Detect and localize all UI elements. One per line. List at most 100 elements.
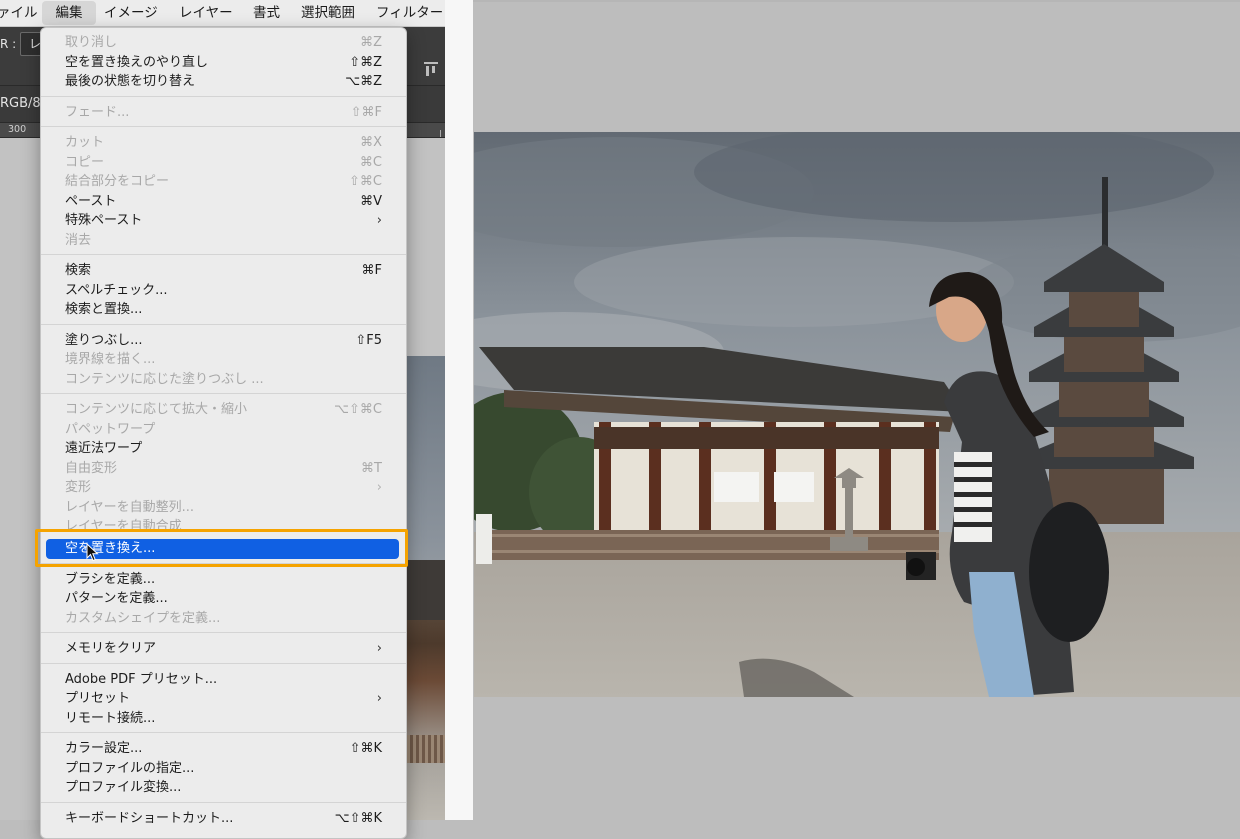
menu-item-label: 検索 — [65, 263, 92, 278]
menu-item[interactable]: 変形 › — [65, 478, 382, 497]
menu-item[interactable]: フェード... ⇧⌘F — [65, 103, 382, 122]
menu-separator — [41, 393, 406, 394]
menu-item[interactable]: 取り消し ⌘Z — [65, 33, 382, 52]
menu-item-label: 結合部分をコピー — [65, 174, 170, 189]
menu-item-label: カット — [65, 135, 105, 150]
menu-item-shortcut: ⌘F — [361, 263, 382, 278]
menu-item[interactable]: ブラシを定義... — [65, 570, 382, 589]
menu-item[interactable]: スペルチェック... — [65, 281, 382, 300]
menu-item-label: 消去 — [65, 232, 92, 248]
menu-item[interactable]: プロファイル変換... — [65, 778, 382, 797]
ruler-tick — [440, 130, 441, 137]
menubar-item[interactable]: 選択範囲 — [301, 0, 355, 26]
menu-item[interactable]: ペースト ⌘V — [65, 192, 382, 211]
menu-item-label: カスタムシェイプを定義... — [65, 610, 221, 626]
menu-item-label: レイヤーを自動整列... — [65, 499, 195, 515]
canvas-preview-fence — [404, 735, 445, 763]
chevron-right-icon: › — [376, 480, 382, 495]
chevron-right-icon: › — [376, 213, 382, 228]
chevron-right-icon: › — [376, 691, 382, 706]
align-top-icon[interactable] — [424, 62, 438, 76]
menu-item[interactable]: 特殊ペースト › — [65, 211, 382, 230]
document-tab-label: RGB/8 — [0, 96, 41, 111]
menu-item[interactable]: パペットワープ — [65, 420, 382, 439]
menu-item[interactable]: 検索 ⌘F — [65, 261, 382, 280]
menu-separator — [41, 95, 406, 97]
menu-item[interactable]: 検索と置換... — [65, 300, 382, 319]
canvas-preview-roof — [404, 560, 445, 620]
menu-item[interactable]: リモート接続... — [65, 709, 382, 728]
menu-item-label: 空を置き換えのやり直し — [65, 54, 209, 70]
menu-item-shortcut: ⇧⌘Z — [349, 54, 382, 70]
menu-item-label: 変形 — [65, 480, 92, 495]
menu-separator — [41, 662, 406, 664]
menu-item[interactable]: プロファイルの指定... — [65, 759, 382, 778]
menu-item-shortcut: ⇧⌘K — [349, 741, 382, 756]
menubar-item[interactable]: ァイル — [0, 0, 38, 26]
menubar-item[interactable]: レイヤー — [179, 0, 233, 26]
menu-item-shortcut: ⌥⇧⌘C — [334, 402, 382, 417]
menu-item[interactable]: キーボードショートカット... ⌥⇧⌘K — [65, 809, 382, 828]
menu-item[interactable]: レイヤーを自動整列... — [65, 498, 382, 517]
menu-item-label: プリセット — [65, 691, 131, 706]
menu-item-shortcut: ⌥⇧⌘K — [334, 810, 382, 826]
menu-item[interactable]: 遠近法ワープ — [65, 439, 382, 458]
menu-item[interactable]: 境界線を描く... — [65, 350, 382, 369]
menu-item-label: 検索と置換... — [65, 302, 143, 317]
menu-item[interactable]: 塗りつぶし... ⇧F5 — [65, 331, 382, 350]
menu-item[interactable]: 空を置き換えのやり直し ⇧⌘Z — [65, 53, 382, 72]
menu-separator — [41, 801, 406, 803]
menu-item-label: リモート接続... — [65, 710, 156, 726]
menu-item-label: 境界線を描く... — [65, 352, 156, 367]
menu-separator — [41, 254, 406, 255]
menu-item-label: メモリをクリア — [65, 641, 157, 656]
menu-item-label: コピー — [65, 154, 105, 170]
menu-item-label: ブラシを定義... — [65, 571, 156, 587]
menu-item-shortcut: ⇧⌘F — [350, 104, 382, 120]
menu-item-label: ペースト — [65, 193, 117, 209]
menu-item-label: プロファイル変換... — [65, 780, 182, 795]
menu-item[interactable]: カスタムシェイプを定義... — [65, 609, 382, 628]
menu-item[interactable]: コンテンツに応じて拡大・縮小 ⌥⇧⌘C — [65, 400, 382, 419]
options-label: R : — [0, 37, 17, 51]
menu-item-label: コンテンツに応じた塗りつぶし ... — [65, 371, 264, 387]
menu-item-label: 遠近法ワープ — [65, 441, 143, 456]
menu-item[interactable]: メモリをクリア › — [65, 639, 382, 658]
menu-item-label: 自由変形 — [65, 460, 118, 476]
menu-item-label: 塗りつぶし... — [65, 332, 143, 348]
menu-item[interactable]: コンテンツに応じた塗りつぶし ... — [65, 370, 382, 389]
menubar-item[interactable]: イメージ — [104, 0, 158, 26]
menu-item-shortcut: ⇧⌘C — [349, 174, 382, 189]
menu-item[interactable]: カット ⌘X — [65, 133, 382, 152]
menu-item[interactable]: 自由変形 ⌘T — [65, 459, 382, 478]
menu-separator — [41, 323, 406, 325]
menu-item-shortcut: ⌘C — [359, 154, 382, 170]
menu-separator — [41, 126, 406, 127]
menu-separator — [41, 732, 406, 733]
menu-item-shortcut: ⌘Z — [360, 35, 382, 50]
menu-item-label: パターンを定義... — [65, 591, 168, 606]
menubar-item[interactable]: 編集 — [42, 1, 96, 25]
menu-item-label: カラー設定... — [65, 741, 143, 756]
menu-item-label: 最後の状態を切り替え — [65, 74, 196, 89]
menu-item[interactable]: 最後の状態を切り替え ⌥⌘Z — [65, 72, 382, 91]
menu-item[interactable]: コピー ⌘C — [65, 153, 382, 172]
menu-bar: ァイル 編集 イメージ レイヤー 書式 選択範囲 フィルター — [0, 0, 445, 27]
menu-item[interactable]: 結合部分をコピー ⇧⌘C — [65, 172, 382, 191]
menu-item[interactable]: プリセット › — [65, 689, 382, 708]
menu-item-label: スペルチェック... — [65, 282, 168, 298]
menu-item[interactable]: パターンを定義... — [65, 589, 382, 608]
menu-item-shortcut: ⌘V — [360, 193, 382, 209]
menubar-item[interactable]: フィルター — [376, 0, 443, 26]
chevron-right-icon: › — [376, 641, 382, 656]
menu-item[interactable]: Adobe PDF プリセット... — [65, 670, 382, 689]
menu-separator — [41, 632, 406, 633]
menubar-item[interactable]: 書式 — [253, 0, 280, 26]
menu-item-label: プロファイルの指定... — [65, 760, 195, 776]
photo-illustration — [474, 132, 1240, 697]
ruler-label: 300 — [8, 124, 27, 135]
menu-item-label: フェード... — [65, 104, 130, 120]
options-dropdown[interactable]: レ — [20, 32, 42, 56]
menu-item[interactable]: 消去 — [65, 231, 382, 250]
menu-item[interactable]: カラー設定... ⇧⌘K — [65, 739, 382, 758]
